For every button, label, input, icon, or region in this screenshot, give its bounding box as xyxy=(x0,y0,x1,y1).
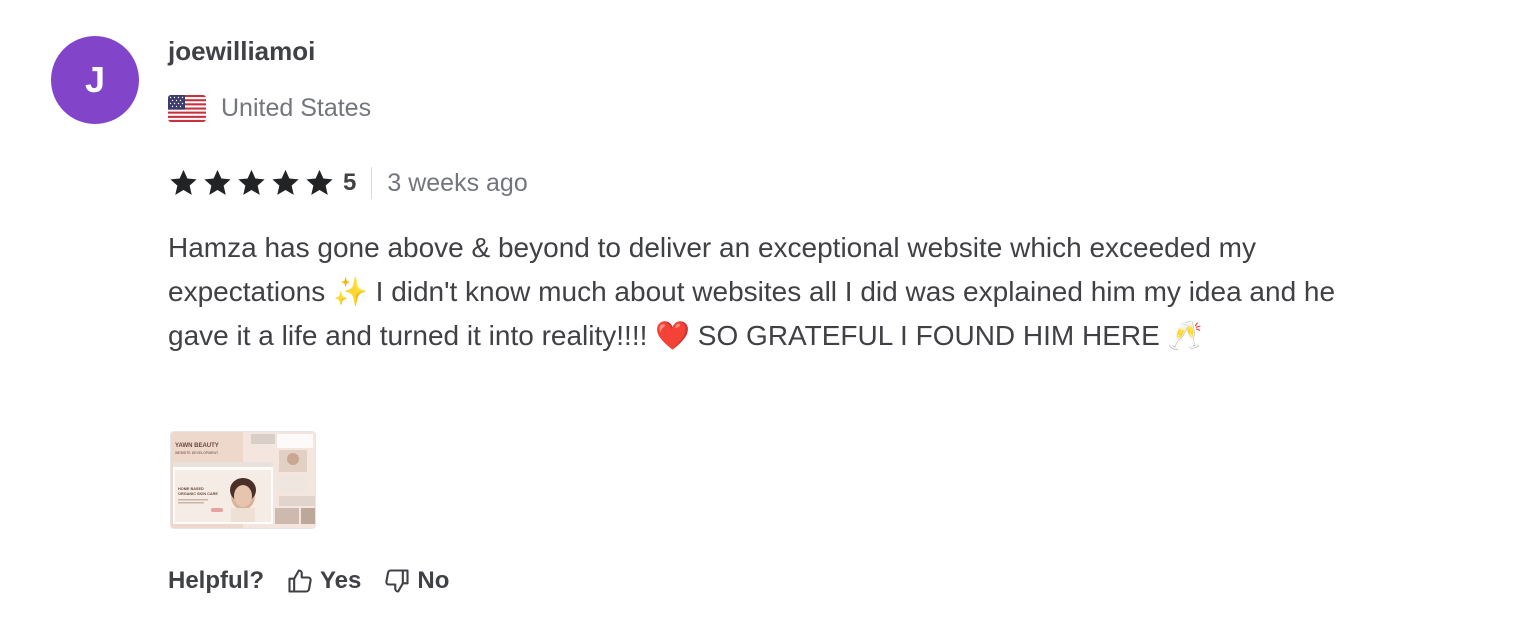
attachment-title: YAWN BEAUTY xyxy=(175,443,219,449)
attachment-subtitle: WEBSITE DEVELOPMENT xyxy=(175,451,219,455)
reviewer-username[interactable]: joewilliamoi xyxy=(168,36,315,67)
review-date: 3 weeks ago xyxy=(387,168,528,197)
review-attachment-thumbnail[interactable]: YAWN BEAUTY WEBSITE DEVELOPMENT HOME BAS… xyxy=(170,431,316,529)
avatar-initial: J xyxy=(84,59,106,100)
us-flag-icon xyxy=(168,94,206,122)
star-icon xyxy=(170,169,197,195)
attachment-preview-image: YAWN BEAUTY WEBSITE DEVELOPMENT HOME BAS… xyxy=(171,432,315,528)
avatar[interactable]: J xyxy=(51,36,139,124)
review-text: Hamza has gone above & beyond to deliver… xyxy=(168,232,1336,351)
helpful-label: Helpful? xyxy=(168,567,264,594)
rating-value: 5 xyxy=(343,169,357,196)
yes-label: Yes xyxy=(320,567,362,594)
country-name: United States xyxy=(221,93,372,122)
star-icon xyxy=(238,169,265,195)
thumbs-up-icon xyxy=(288,569,312,593)
star-icon xyxy=(272,169,299,195)
attachment-hero-line1: HOME BASED xyxy=(178,487,204,491)
divider xyxy=(371,167,373,199)
attachment-hero-line2: ORGANIC SKIN CARE xyxy=(178,492,218,496)
helpful-yes-button[interactable]: Yes xyxy=(286,567,361,595)
star-icon xyxy=(204,169,231,195)
thumbs-down-icon xyxy=(385,569,409,593)
helpful-no-button[interactable]: No xyxy=(383,567,449,595)
helpful-row: Helpful? Yes No xyxy=(168,563,471,599)
rating-row: 5 3 weeks ago xyxy=(168,166,528,200)
reviewer-country: United States xyxy=(168,93,371,123)
no-label: No xyxy=(417,567,450,594)
star-rating xyxy=(168,168,335,198)
star-icon xyxy=(306,169,333,195)
